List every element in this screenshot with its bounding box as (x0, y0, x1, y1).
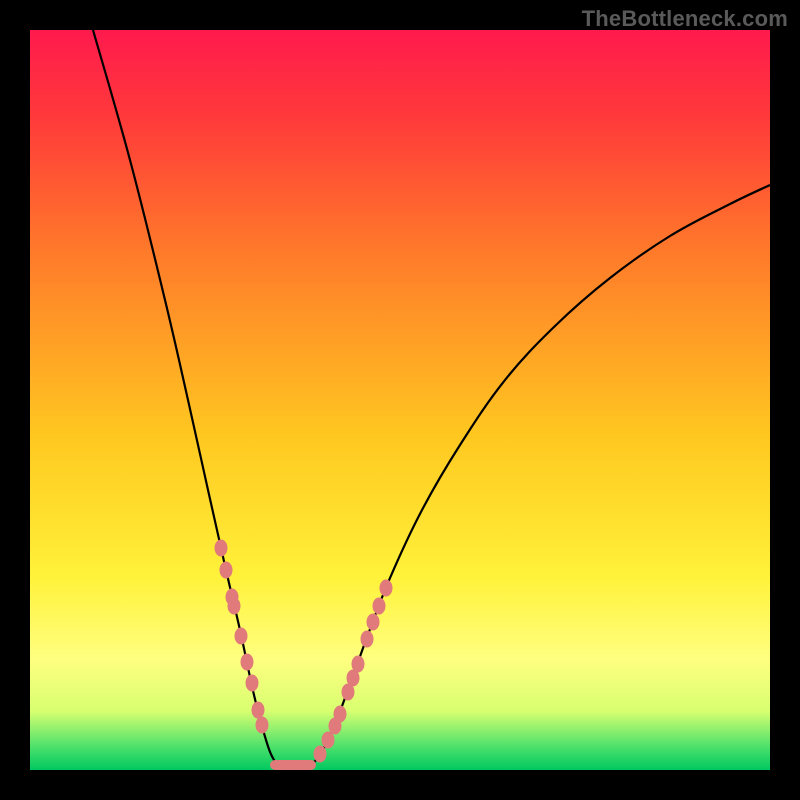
markers-left (215, 540, 269, 734)
markers-right (314, 580, 393, 763)
data-marker (373, 598, 386, 615)
data-marker (241, 654, 254, 671)
data-marker (246, 675, 259, 692)
chart-svg (30, 30, 770, 770)
data-marker (314, 746, 327, 763)
data-marker (252, 702, 265, 719)
data-marker (322, 732, 335, 749)
data-marker (215, 540, 228, 557)
data-marker (256, 717, 269, 734)
watermark-text: TheBottleneck.com (582, 6, 788, 32)
chart-plot-area (30, 30, 770, 770)
data-marker (380, 580, 393, 597)
curve-left (93, 30, 282, 767)
data-marker (361, 631, 374, 648)
data-marker (334, 706, 347, 723)
data-marker (367, 614, 380, 631)
data-marker (220, 562, 233, 579)
data-marker (352, 656, 365, 673)
data-marker (235, 628, 248, 645)
data-marker (228, 598, 241, 615)
curve-right (306, 185, 770, 767)
bottom-bar (270, 760, 316, 770)
